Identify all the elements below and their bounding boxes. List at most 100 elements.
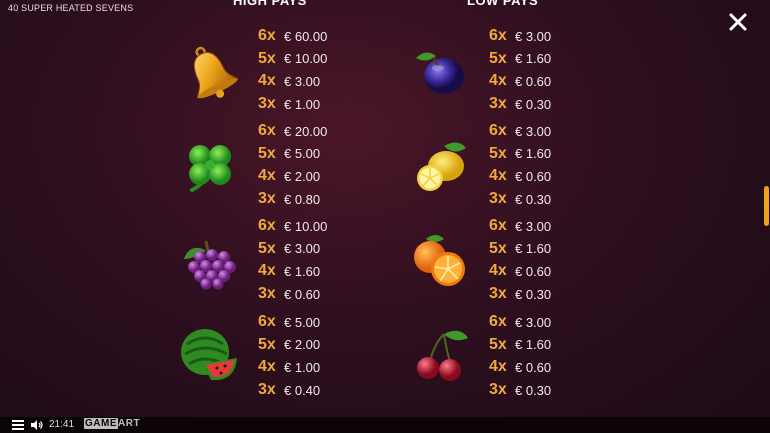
pay-row: 5x € 3.00 (258, 238, 378, 261)
multiplier: 6x (258, 122, 276, 140)
logo-game: GAME (84, 418, 118, 429)
clock: 21:41 (49, 419, 75, 430)
pay-row: 4x € 1.60 (258, 260, 378, 283)
scrollbar-thumb[interactable] (764, 186, 769, 226)
multiplier: 6x (258, 313, 276, 331)
pay-row: 6x € 3.00 (489, 120, 609, 143)
pay-row: 3x € 0.40 (258, 379, 378, 402)
payout: € 2.00 (284, 168, 321, 184)
multiplier: 3x (489, 95, 507, 113)
speaker-icon[interactable] (31, 420, 43, 430)
payout: € 0.30 (515, 286, 552, 302)
payout: € 1.60 (515, 51, 552, 67)
payout: € 0.80 (284, 191, 321, 207)
multiplier: 4x (489, 72, 507, 90)
multiplier: 4x (258, 167, 276, 185)
payout: € 0.60 (515, 168, 552, 184)
bell-icon (193, 46, 239, 99)
clover-icon (189, 145, 231, 192)
pay-row: 6x € 10.00 (258, 215, 378, 238)
close-icon[interactable] (728, 12, 748, 32)
paygroup-clover: 6x € 20.00 5x € 5.00 4x € 2.00 3x € 0.80 (258, 120, 378, 210)
multiplier: 5x (258, 144, 276, 162)
payout: € 1.60 (515, 146, 552, 162)
payout: € 2.00 (284, 337, 321, 353)
pay-row: 6x € 20.00 (258, 120, 378, 143)
multiplier: 3x (258, 285, 276, 303)
paygroup-bell: 6x € 60.00 5x € 10.00 4x € 3.00 3x € 1.00 (258, 25, 378, 115)
orange-icon (414, 235, 465, 286)
pay-row: 5x € 1.60 (489, 48, 609, 71)
pay-row: 5x € 1.60 (489, 334, 609, 357)
multiplier: 5x (489, 144, 507, 162)
pay-row: 6x € 5.00 (258, 311, 378, 334)
pay-row: 6x € 60.00 (258, 25, 378, 48)
multiplier: 6x (258, 217, 276, 235)
multiplier: 4x (258, 72, 276, 90)
multiplier: 3x (489, 285, 507, 303)
pay-row: 4x € 0.60 (489, 165, 609, 188)
paygroup-lemon: 6x € 3.00 5x € 1.60 4x € 0.60 3x € 0.30 (489, 120, 609, 210)
payout: € 5.00 (284, 314, 321, 330)
multiplier: 5x (489, 239, 507, 257)
payout: € 1.00 (284, 359, 321, 375)
plum-icon (416, 52, 464, 94)
game-title: 40 SUPER HEATED SEVENS (8, 3, 134, 13)
paygroup-cherry: 6x € 3.00 5x € 1.60 4x € 0.60 3x € 0.30 (489, 311, 609, 401)
multiplier: 3x (258, 381, 276, 399)
paygroup-plum: 6x € 3.00 5x € 1.60 4x € 0.60 3x € 0.30 (489, 25, 609, 115)
multiplier: 5x (489, 335, 507, 353)
pay-row: 6x € 3.00 (489, 215, 609, 238)
multiplier: 6x (489, 122, 507, 140)
multiplier: 6x (258, 27, 276, 45)
pay-row: 3x € 0.30 (489, 283, 609, 306)
payout: € 60.00 (284, 28, 328, 44)
grapes-icon (184, 240, 236, 290)
multiplier: 6x (489, 27, 507, 45)
payout: € 20.00 (284, 123, 328, 139)
multiplier: 3x (489, 381, 507, 399)
payout: € 1.60 (284, 263, 321, 279)
payout: € 3.00 (515, 123, 552, 139)
multiplier: 4x (258, 262, 276, 280)
multiplier: 4x (489, 167, 507, 185)
pay-row: 4x € 0.60 (489, 356, 609, 379)
multiplier: 3x (258, 190, 276, 208)
multiplier: 5x (258, 335, 276, 353)
payout: € 0.60 (515, 359, 552, 375)
multiplier: 5x (489, 49, 507, 67)
pay-row: 3x € 0.30 (489, 188, 609, 211)
pay-row: 5x € 1.60 (489, 238, 609, 261)
payout: € 1.60 (515, 241, 552, 257)
high-pays-heading: HIGH PAYS (233, 0, 307, 8)
low-pays-heading: LOW PAYS (467, 0, 539, 8)
pay-row: 5x € 1.60 (489, 143, 609, 166)
payout: € 0.40 (284, 382, 321, 398)
payout: € 10.00 (284, 51, 328, 67)
pay-row: 3x € 0.60 (258, 283, 378, 306)
payout: € 3.00 (284, 73, 321, 89)
pay-row: 4x € 0.60 (489, 70, 609, 93)
pay-row: 3x € 0.80 (258, 188, 378, 211)
paygroup-grapes: 6x € 10.00 5x € 3.00 4x € 1.60 3x € 0.60 (258, 215, 378, 305)
watermelon-icon (181, 329, 237, 381)
payout: € 3.00 (515, 28, 552, 44)
payout: € 1.00 (284, 96, 321, 112)
multiplier: 3x (489, 190, 507, 208)
multiplier: 4x (258, 358, 276, 376)
payout: € 0.30 (515, 382, 552, 398)
paygroup-orange: 6x € 3.00 5x € 1.60 4x € 0.60 3x € 0.30 (489, 215, 609, 305)
multiplier: 5x (258, 49, 276, 67)
pay-row: 3x € 1.00 (258, 93, 378, 116)
multiplier: 6x (489, 313, 507, 331)
pay-row: 4x € 0.60 (489, 260, 609, 283)
pay-row: 5x € 10.00 (258, 48, 378, 71)
pay-row: 5x € 2.00 (258, 334, 378, 357)
payout: € 3.00 (284, 241, 321, 257)
payout: € 0.60 (515, 73, 552, 89)
pay-row: 4x € 1.00 (258, 356, 378, 379)
multiplier: 3x (258, 95, 276, 113)
payout: € 0.60 (284, 286, 321, 302)
pay-row: 6x € 3.00 (489, 311, 609, 334)
hamburger-menu-icon[interactable] (12, 420, 24, 430)
